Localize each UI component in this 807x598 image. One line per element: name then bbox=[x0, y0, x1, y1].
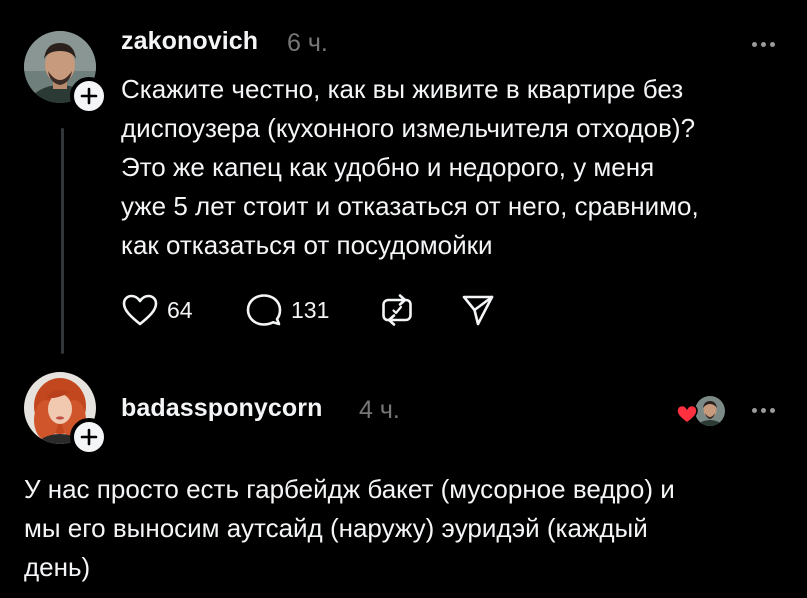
reply-time: 4 ч. bbox=[359, 396, 400, 424]
share-button[interactable] bbox=[460, 293, 496, 327]
post-text-line: уже 5 лет стоит и отказаться от него, ср… bbox=[121, 191, 699, 221]
post-username[interactable]: zakonovich bbox=[121, 27, 258, 56]
follow-button-zakonovich[interactable] bbox=[70, 77, 108, 115]
more-options-button[interactable] bbox=[752, 42, 775, 47]
reply-username[interactable]: badassponycorn bbox=[121, 394, 322, 423]
more-dots-icon bbox=[752, 42, 757, 47]
reply-count: 131 bbox=[291, 296, 330, 323]
reply-text: У нас просто есть гарбейдж бакет (мусорн… bbox=[24, 470, 675, 587]
more-dots-icon bbox=[752, 408, 757, 413]
reply-more-options-button[interactable] bbox=[752, 408, 775, 413]
reply-text-line: У нас просто есть гарбейдж бакет (мусорн… bbox=[24, 474, 675, 504]
liked-by-author-indicator bbox=[676, 392, 727, 428]
threads-screen: zakonovich 6 ч. Скажите честно, как вы ж… bbox=[0, 0, 807, 598]
follow-button-badassponycorn[interactable] bbox=[70, 418, 108, 456]
more-dot bbox=[761, 42, 766, 47]
post-time: 6 ч. bbox=[287, 29, 328, 57]
more-dot bbox=[770, 408, 775, 413]
post-text-line: Скажите честно, как вы живите в квартире… bbox=[121, 74, 684, 104]
more-dot bbox=[770, 42, 775, 47]
repost-icon bbox=[382, 294, 412, 326]
reply-text-line: мы его выносим аутсайд (наружу) эуридэй … bbox=[24, 513, 648, 543]
post-text-line: Это же капец как удобно и недорого, у ме… bbox=[121, 152, 655, 182]
thread-line bbox=[61, 128, 64, 354]
like-button[interactable]: 64 bbox=[121, 293, 193, 327]
post-text: Скажите честно, как вы живите в квартире… bbox=[121, 70, 699, 265]
reply-text-line: день) bbox=[24, 552, 91, 582]
repost-button[interactable] bbox=[380, 293, 414, 327]
post-text-line: как отказаться от посудомойки bbox=[121, 230, 493, 260]
reply-button[interactable]: 131 bbox=[245, 292, 329, 328]
send-icon bbox=[462, 295, 494, 326]
plus-icon bbox=[80, 87, 98, 105]
like-count: 64 bbox=[167, 296, 193, 323]
heart-icon bbox=[122, 294, 158, 326]
more-dot bbox=[761, 408, 766, 413]
plus-icon bbox=[80, 428, 98, 446]
author-mini-avatar bbox=[693, 394, 727, 428]
comment-icon bbox=[246, 294, 282, 326]
red-heart-icon bbox=[676, 404, 698, 424]
post-text-line: диспоузера (кухонного измельчителя отход… bbox=[121, 113, 696, 143]
